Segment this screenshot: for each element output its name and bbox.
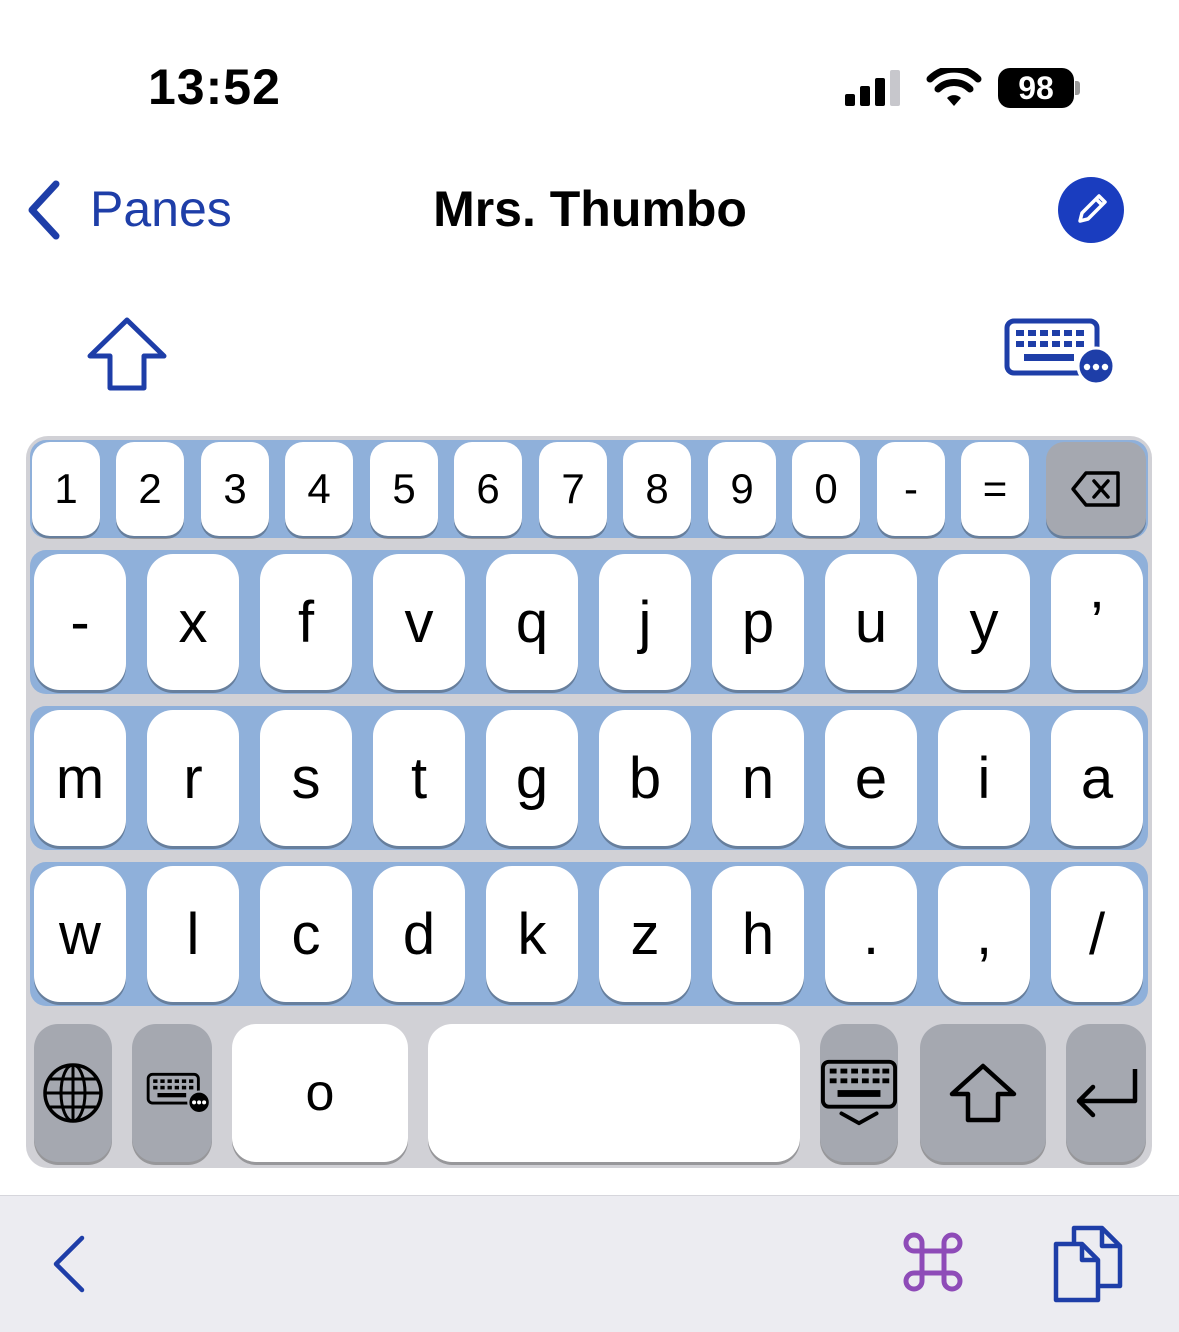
key-d[interactable]: d [373,866,465,1002]
bottom-toolbar [0,1195,1179,1332]
shift-icon [949,1063,1017,1123]
key-x[interactable]: x [147,554,239,690]
letter-row-3: w l c d k z h . , / [30,862,1148,1006]
status-time: 13:52 [148,59,281,115]
key-5[interactable]: 5 [370,442,438,536]
backspace-key[interactable] [1046,442,1146,536]
key-a[interactable]: a [1051,710,1143,846]
chevron-left-icon[interactable] [24,178,64,242]
chevron-left-icon[interactable] [50,1234,90,1294]
key-w[interactable]: w [34,866,126,1002]
key-e[interactable]: e [825,710,917,846]
keyboard-dismiss-icon [820,1059,898,1126]
key-g[interactable]: g [486,710,578,846]
command-icon[interactable] [900,1229,966,1295]
key-equals[interactable]: = [961,442,1029,536]
shift-key[interactable] [920,1024,1046,1162]
key-y[interactable]: y [938,554,1030,690]
key-apostrophe[interactable]: ’ [1051,554,1143,690]
key-o[interactable]: o [232,1024,408,1162]
key-comma[interactable]: , [938,866,1030,1002]
key-t[interactable]: t [373,710,465,846]
keyboard-menu-key[interactable] [132,1024,212,1162]
key-f[interactable]: f [260,554,352,690]
keyboard-ellipsis-icon [146,1072,211,1115]
key-dash[interactable]: - [34,554,126,690]
number-row: 1 2 3 4 5 6 7 8 9 0 - = [30,440,1148,538]
key-m[interactable]: m [34,710,126,846]
letter-row-2: m r s t g b n e i a [30,706,1148,850]
key-q[interactable]: q [486,554,578,690]
key-period[interactable]: . [825,866,917,1002]
globe-key[interactable] [34,1024,112,1162]
keyboard: 1 2 3 4 5 6 7 8 9 0 - = - x f v q j p u … [26,436,1152,1168]
cellular-signal-icon [845,70,900,106]
key-k[interactable]: k [486,866,578,1002]
key-h[interactable]: h [712,866,804,1002]
return-icon [1076,1069,1138,1118]
pencil-icon [1078,194,1107,223]
keyboard-dismiss-key[interactable] [820,1024,898,1162]
wifi-icon [926,68,982,106]
battery-indicator: 98 [998,68,1082,108]
globe-icon [43,1063,103,1123]
back-button-panes[interactable]: Panes [90,180,232,238]
key-z[interactable]: z [599,866,691,1002]
backspace-icon [1071,471,1120,507]
edit-button[interactable] [1058,177,1124,243]
key-s[interactable]: s [260,710,352,846]
copy-documents-icon[interactable] [1052,1224,1124,1304]
key-0[interactable]: 0 [792,442,860,536]
key-9[interactable]: 9 [708,442,776,536]
key-i[interactable]: i [938,710,1030,846]
key-p[interactable]: p [712,554,804,690]
shift-outline-icon[interactable] [84,316,170,392]
key-7[interactable]: 7 [539,442,607,536]
key-l[interactable]: l [147,866,239,1002]
key-1[interactable]: 1 [32,442,100,536]
key-c[interactable]: c [260,866,352,1002]
key-8[interactable]: 8 [623,442,691,536]
key-4[interactable]: 4 [285,442,353,536]
battery-level: 98 [998,68,1074,108]
return-key[interactable] [1066,1024,1146,1162]
space-key[interactable] [428,1024,800,1162]
key-3[interactable]: 3 [201,442,269,536]
key-j[interactable]: j [599,554,691,690]
key-b[interactable]: b [599,710,691,846]
key-u[interactable]: u [825,554,917,690]
keyboard-ellipsis-icon[interactable] [1004,318,1116,386]
letter-row-1: - x f v q j p u y ’ [30,550,1148,694]
key-minus[interactable]: - [877,442,945,536]
page-title: Mrs. Thumbo [433,181,747,237]
key-r[interactable]: r [147,710,239,846]
key-slash[interactable]: / [1051,866,1143,1002]
key-6[interactable]: 6 [454,442,522,536]
key-v[interactable]: v [373,554,465,690]
key-2[interactable]: 2 [116,442,184,536]
key-n[interactable]: n [712,710,804,846]
